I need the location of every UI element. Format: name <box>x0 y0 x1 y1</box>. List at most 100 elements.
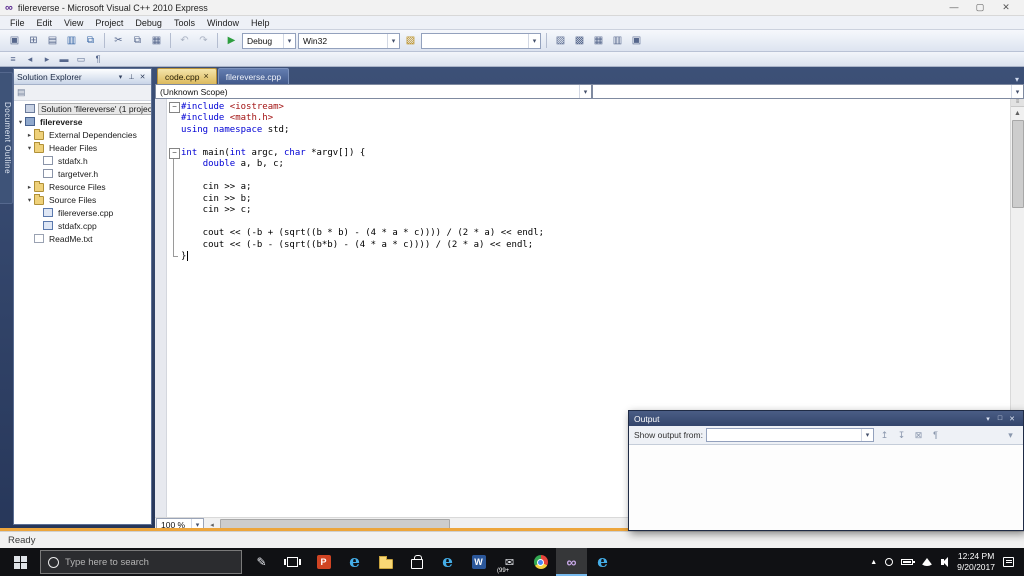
tray-overflow-icon[interactable]: ▲ <box>870 559 877 566</box>
extension-manager-icon[interactable]: ▣ <box>628 32 645 49</box>
tree-item-stdafx-h[interactable]: stdafx.h <box>14 154 151 167</box>
tree-item-filereverse-cpp[interactable]: filereverse.cpp <box>14 206 151 219</box>
redo-icon[interactable]: ↷ <box>195 32 212 49</box>
chevron-down-icon[interactable]: ▾ <box>861 429 873 441</box>
window-position-icon[interactable]: ▾ <box>115 73 126 81</box>
taskbar-app-edge-insider[interactable]: e <box>587 548 618 576</box>
chevron-down-icon[interactable]: ▾ <box>1011 85 1023 98</box>
splitter-grip[interactable]: ≡ <box>1011 99 1024 107</box>
tree-expander-icon[interactable]: ▾ <box>25 144 34 152</box>
undo-icon[interactable]: ↶ <box>176 32 193 49</box>
property-manager-icon[interactable]: ▦ <box>590 32 607 49</box>
add-item-icon[interactable]: ⊞ <box>25 32 42 49</box>
code-line[interactable] <box>168 170 1010 182</box>
volume-icon[interactable] <box>941 559 944 565</box>
display-objects-icon[interactable]: ≡ <box>6 53 20 66</box>
code-line[interactable]: cin >> b; <box>168 193 1010 205</box>
indicator-margin[interactable] <box>155 99 167 517</box>
taskbar-app-internet-explorer[interactable]: e <box>432 548 463 576</box>
code-line[interactable]: int main(int argc, char *argv[]) { <box>168 147 1010 159</box>
close-panel-icon[interactable]: ✕ <box>1006 415 1018 423</box>
menu-tools[interactable]: Tools <box>168 18 201 28</box>
find-combo[interactable]: ▾ <box>421 33 541 49</box>
action-center-icon[interactable] <box>1003 557 1014 567</box>
taskbar-app-windows-ink[interactable]: ✎ <box>246 548 277 576</box>
chevron-down-icon[interactable]: ▾ <box>387 34 399 48</box>
close-panel-icon[interactable]: ✕ <box>137 73 148 81</box>
tree-item-source-files[interactable]: ▾Source Files <box>14 193 151 206</box>
code-line[interactable]: cin >> a; <box>168 182 1010 194</box>
taskbar-clock[interactable]: 12:24 PM 9/20/2017 <box>957 551 995 573</box>
people-icon[interactable] <box>885 558 893 566</box>
code-line[interactable]: cout << (-b + (sqrt((b * b) - (4 * a * c… <box>168 228 1010 240</box>
minimize-button[interactable]: — <box>941 0 967 15</box>
tree-item-header-files[interactable]: ▾Header Files <box>14 141 151 154</box>
document-outline-tab[interactable]: Document Outline <box>0 72 13 204</box>
menu-view[interactable]: View <box>58 18 89 28</box>
menu-edit[interactable]: Edit <box>31 18 59 28</box>
cut-icon[interactable]: ✂ <box>110 32 127 49</box>
tree-expander-icon[interactable]: ▸ <box>25 131 34 139</box>
chevron-down-icon[interactable]: ▾ <box>283 34 295 48</box>
menu-project[interactable]: Project <box>89 18 129 28</box>
document-list-dropdown-icon[interactable]: ▾ <box>1010 75 1024 84</box>
window-position-icon[interactable]: ▾ <box>982 415 994 423</box>
chevron-down-icon[interactable]: ▾ <box>579 85 591 98</box>
tree-item-readme-txt[interactable]: ReadMe.txt <box>14 232 151 245</box>
tree-item-filereverse[interactable]: ▾filereverse <box>14 115 151 128</box>
navigate-forward-icon[interactable]: ▸ <box>40 53 54 66</box>
start-debugging-icon[interactable]: ▶ <box>223 32 240 49</box>
output-source-combo[interactable]: ▾ <box>706 428 874 442</box>
taskbar-app-task-view[interactable] <box>277 548 308 576</box>
menu-help[interactable]: Help <box>245 18 276 28</box>
document-tab-code-cpp[interactable]: code.cpp× <box>157 68 217 84</box>
maximize-button[interactable]: ▢ <box>967 0 993 15</box>
comment-selection-icon[interactable]: ▬ <box>57 53 71 66</box>
code-line[interactable] <box>168 136 1010 148</box>
save-icon[interactable]: ▥ <box>63 32 80 49</box>
solution-configuration-combo[interactable]: Debug▾ <box>242 33 296 49</box>
code-line[interactable]: using namespace std; <box>168 124 1010 136</box>
save-all-icon[interactable]: ⧉ <box>82 32 99 49</box>
output-content[interactable] <box>629 445 1023 530</box>
taskbar-app-word[interactable]: W <box>463 548 494 576</box>
close-button[interactable]: ✕ <box>993 0 1019 15</box>
close-tab-icon[interactable]: × <box>204 72 209 81</box>
menu-file[interactable]: File <box>4 18 31 28</box>
taskbar-app-file-explorer[interactable] <box>370 548 401 576</box>
document-tab-filereverse-cpp[interactable]: filereverse.cpp <box>218 68 289 84</box>
navigate-back-icon[interactable]: ◂ <box>23 53 37 66</box>
auto-hide-pin-icon[interactable]: ⊥ <box>126 73 137 81</box>
code-line[interactable]: cout << (-b - (sqrt((b*b) - (4 * a * c))… <box>168 239 1010 251</box>
properties-icon[interactable]: ▤ <box>17 87 26 98</box>
error-list-icon[interactable]: ▧ <box>402 32 419 49</box>
code-line[interactable] <box>168 216 1010 228</box>
output-title-bar[interactable]: Output ▾ □ ✕ <box>629 411 1023 426</box>
code-line[interactable]: } <box>168 251 1010 263</box>
fold-collapse-icon[interactable] <box>168 101 181 113</box>
start-button[interactable] <box>0 548 40 576</box>
scroll-up-icon[interactable]: ▲ <box>1011 107 1024 120</box>
tree-item-external-dependencies[interactable]: ▸External Dependencies <box>14 128 151 141</box>
find-in-files-icon[interactable]: ▨ <box>552 32 569 49</box>
toolbar-overflow-icon[interactable]: ▾ <box>1003 428 1018 443</box>
taskbar-app-powerpoint[interactable]: P <box>308 548 339 576</box>
menu-debug[interactable]: Debug <box>129 18 168 28</box>
toggle-word-wrap-icon[interactable]: ¶ <box>928 428 943 443</box>
solution-explorer-icon[interactable]: ▥ <box>609 32 626 49</box>
code-line[interactable]: #include <math.h> <box>168 113 1010 125</box>
tree-item-solution-filereverse-1-project[interactable]: Solution 'filereverse' (1 project) <box>14 102 151 115</box>
code-line[interactable]: cin >> c; <box>168 205 1010 217</box>
code-line[interactable]: #include <iostream> <box>168 101 1010 113</box>
tree-expander-icon[interactable]: ▸ <box>25 183 34 191</box>
member-combo[interactable]: ▾ <box>592 84 1024 99</box>
clear-all-icon[interactable]: ⊠ <box>911 428 926 443</box>
battery-icon[interactable] <box>901 559 913 565</box>
paste-icon[interactable]: ▦ <box>148 32 165 49</box>
uncomment-selection-icon[interactable]: ▭ <box>74 53 88 66</box>
open-file-icon[interactable]: ▤ <box>44 32 61 49</box>
tree-item-stdafx-cpp[interactable]: stdafx.cpp <box>14 219 151 232</box>
maximize-panel-icon[interactable]: □ <box>994 415 1006 422</box>
go-to-next-message-icon[interactable]: ↧ <box>894 428 909 443</box>
taskbar-app-chrome[interactable] <box>525 548 556 576</box>
